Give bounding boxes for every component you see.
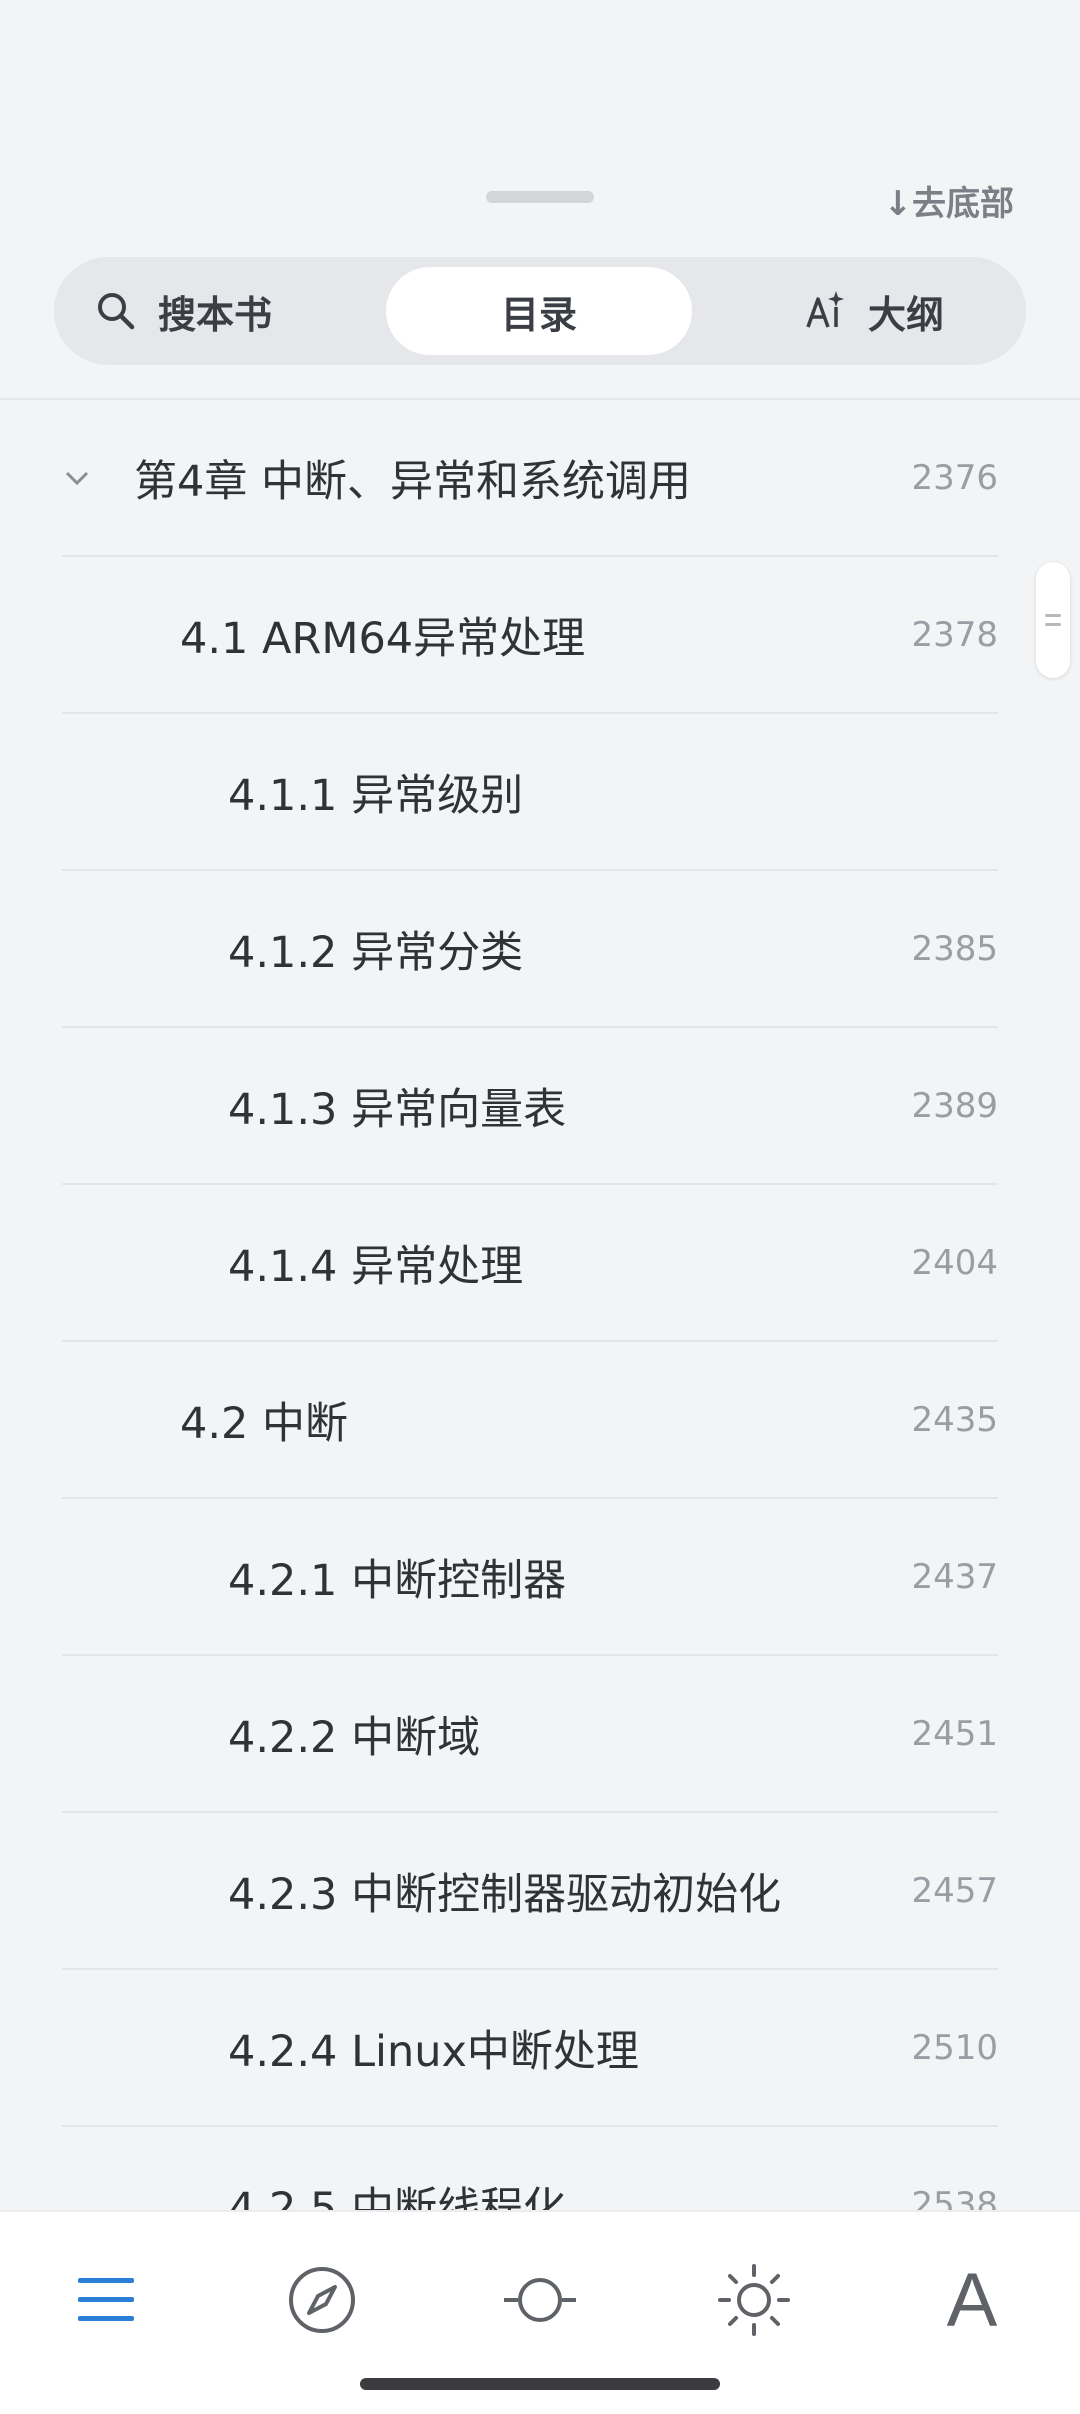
toc-item-title: 4.2.4 Linux中断处理 [228,2026,639,2077]
explore-button[interactable] [274,2252,370,2348]
toc-item-title: 4.2.3 中断控制器驱动初始化 [228,1869,782,1920]
toc-item[interactable]: 4.2 中断 2435 [62,1342,998,1499]
tab-bar: 搜本书 目录 大纲 [54,257,1026,365]
toc-item[interactable]: 4.1.3 异常向量表 2389 [62,1028,998,1185]
toc-item-title: 4.2.2 中断域 [228,1712,481,1763]
go-to-bottom-label: ↓去底部 [883,184,1015,224]
tab-contents-label: 目录 [500,292,577,337]
contents-menu-button[interactable] [58,2252,154,2348]
font-settings-button[interactable]: A [924,2252,1020,2348]
chevron-down-icon[interactable] [62,463,92,493]
toc-item-chapter[interactable]: 第4章 中断、异常和系统调用 2376 [62,400,998,557]
scrollbar-thumb[interactable] [1036,562,1070,678]
toc-item[interactable]: 4.2.4 Linux中断处理 2510 [62,1970,998,2127]
font-icon: A [946,2257,998,2343]
drag-handle[interactable] [486,191,594,203]
progress-icon [504,2278,576,2322]
toc-item-title: 4.1 ARM64异常处理 [180,613,586,664]
toc-item-page: 2389 [911,1085,998,1126]
reading-progress-button[interactable] [492,2252,588,2348]
toc-list: 第4章 中断、异常和系统调用 2376 4.1 ARM64异常处理 2378 4… [0,400,1080,2210]
toc-item[interactable]: 4.1.2 异常分类 2385 [62,871,998,1028]
toc-item[interactable]: 4.1.1 异常级别 [62,714,998,871]
grip-line [1045,614,1061,617]
grip-line [1045,623,1061,626]
toc-item[interactable]: 4.2.1 中断控制器 2437 [62,1499,998,1656]
tab-outline[interactable]: 大纲 [744,267,1004,355]
ai-text-icon [804,289,848,333]
toc-item-page: 2437 [911,1556,998,1597]
compass-icon [289,2267,355,2333]
toc-item-title: 4.1.1 异常级别 [228,770,524,821]
toc-item-page: 2404 [911,1242,998,1283]
brightness-icon [718,2264,790,2336]
go-to-bottom-button[interactable]: ↓去底部 [884,176,1015,225]
toc-item-page: 2451 [911,1713,998,1754]
toc-item[interactable]: 4.1.4 异常处理 2404 [62,1185,998,1342]
toc-sheet: ↓去底部 搜本书 目录 大纲 第4章 中断、异常和系统调用 2376 4.1 A… [0,0,1080,2414]
brightness-button[interactable] [706,2252,802,2348]
toc-item-title: 4.2 中断 [180,1398,349,1449]
toc-item-title: 4.2.1 中断控制器 [228,1555,567,1606]
toc-item-page: 2385 [911,928,998,969]
toc-item[interactable]: 4.2.3 中断控制器驱动初始化 2457 [62,1813,998,1970]
toc-item-title: 4.2.5 中断线程化 [228,2183,567,2211]
toc-item-title: 4.1.2 异常分类 [228,927,524,978]
tab-contents[interactable]: 目录 [386,267,692,355]
toc-item-page: 2457 [911,1870,998,1911]
toc-item-title: 4.1.3 异常向量表 [228,1084,567,1135]
tab-search-label: 搜本书 [158,292,273,337]
home-indicator[interactable] [360,2378,720,2390]
toc-item[interactable]: 4.1 ARM64异常处理 2378 [62,557,998,714]
toc-item-title: 第4章 中断、异常和系统调用 [134,456,692,507]
tab-outline-label: 大纲 [867,292,944,337]
toc-item[interactable]: 4.2.5 中断线程化 2538 [62,2127,998,2211]
toc-item-page: 2378 [911,614,998,655]
toc-item-page: 2538 [911,2184,998,2211]
tab-search-book[interactable]: 搜本书 [94,267,354,355]
search-icon [94,289,138,333]
toc-item-page: 2510 [911,2027,998,2068]
menu-icon [78,2278,134,2321]
toc-item-page: 2435 [911,1399,998,1440]
toc-item-page: 2376 [911,457,998,498]
toc-item-title: 4.1.4 异常处理 [228,1241,524,1292]
toc-item[interactable]: 4.2.2 中断域 2451 [62,1656,998,1813]
